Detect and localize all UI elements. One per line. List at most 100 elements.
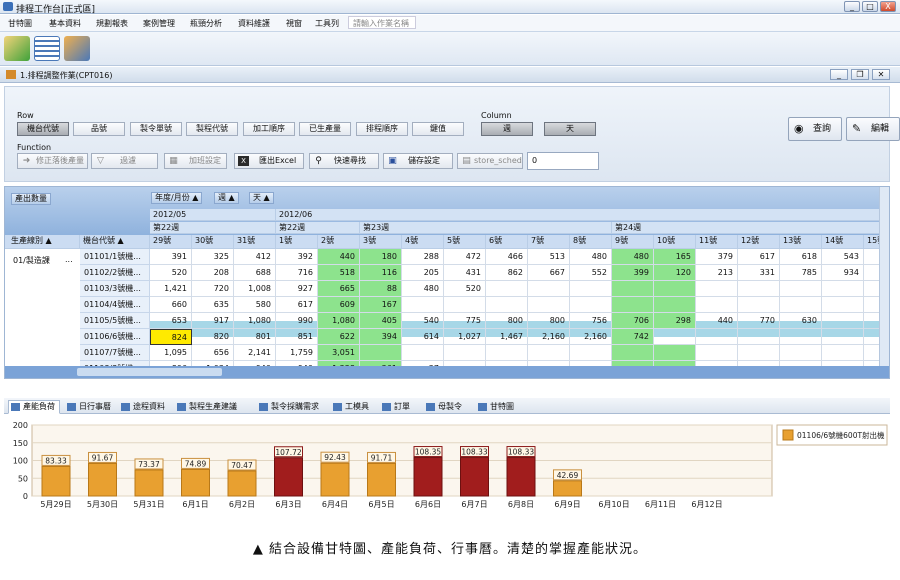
col-field-day[interactable]: 天 ▲	[249, 192, 274, 204]
grid-cell[interactable]	[654, 281, 696, 297]
grid-cell[interactable]: 2,160	[528, 329, 570, 345]
query-button[interactable]: ◉ 查詢	[788, 117, 842, 141]
grid-cell[interactable]: 520	[444, 281, 486, 297]
row-btn-machine[interactable]: 機台代號	[17, 122, 69, 136]
menu-data-maint[interactable]: 資料維護	[238, 18, 270, 29]
grid-cell[interactable]: 298	[654, 313, 696, 329]
sub-minimize-button[interactable]: _	[830, 69, 848, 80]
sub-close-button[interactable]: ✕	[872, 69, 890, 80]
tab-item[interactable]: 甘特圖	[475, 400, 519, 414]
grid-cell[interactable]	[780, 345, 822, 361]
grid-cell[interactable]: 617	[276, 297, 318, 313]
edit-button[interactable]: ✎ 編輯	[846, 117, 900, 141]
grid-cell[interactable]: 618	[780, 249, 822, 265]
grid-cell[interactable]: 480	[570, 249, 612, 265]
grid-cell[interactable]: 120	[654, 265, 696, 281]
fix-output-button[interactable]: ➜ 修正落後產量	[17, 153, 88, 169]
export-excel-button[interactable]: X 匯出Excel	[234, 153, 304, 169]
grid-cell[interactable]	[696, 345, 738, 361]
grid-cell[interactable]: 325	[192, 249, 234, 265]
grid-cell[interactable]	[612, 345, 654, 361]
sub-restore-button[interactable]: ❐	[851, 69, 869, 80]
grid-cell[interactable]: 706	[612, 313, 654, 329]
grid-cell[interactable]: 927	[276, 281, 318, 297]
grid-cell[interactable]: 609	[318, 297, 360, 313]
tab-item[interactable]: 製令採購需求	[256, 400, 326, 414]
grid-cell[interactable]: 742	[612, 329, 654, 345]
grid-cell[interactable]: 1,421	[150, 281, 192, 297]
grid-cell[interactable]: 688	[234, 265, 276, 281]
data-field-output[interactable]: 產出數量	[11, 193, 51, 205]
grid-cell[interactable]: 288	[402, 249, 444, 265]
col-field-week[interactable]: 週 ▲	[214, 192, 239, 204]
scroll-thumb[interactable]	[77, 368, 222, 376]
grid-cell[interactable]	[528, 345, 570, 361]
grid-cell[interactable]	[822, 345, 864, 361]
grid-cell[interactable]	[570, 297, 612, 313]
grid-cell[interactable]: 466	[486, 249, 528, 265]
menu-window[interactable]: 視窗	[286, 18, 302, 29]
menu-basic-data[interactable]: 基本資料	[49, 18, 81, 29]
row-btn-key[interactable]: 鍵值	[412, 122, 464, 136]
grid-cell[interactable]	[738, 345, 780, 361]
save-settings-button[interactable]: ▣ 儲存設定	[383, 153, 453, 169]
grid-cell[interactable]	[654, 345, 696, 361]
menu-toolbar[interactable]: 工具列	[315, 18, 339, 29]
grid-cell[interactable]	[612, 281, 654, 297]
col-field-yearmonth[interactable]: 年度/月份 ▲	[151, 192, 203, 204]
grid-cell[interactable]: 990	[276, 313, 318, 329]
grid-cell[interactable]: 820	[192, 329, 234, 345]
grid-cell[interactable]	[444, 297, 486, 313]
grid-cell[interactable]: 205	[402, 265, 444, 281]
grid-cell[interactable]: 399	[612, 265, 654, 281]
grid-cell[interactable]: 785	[780, 265, 822, 281]
grid-cell[interactable]: 630	[780, 313, 822, 329]
grid-cell[interactable]	[402, 297, 444, 313]
grid-cell[interactable]: 1,008	[234, 281, 276, 297]
row-machine-label[interactable]: 01106/6號機...	[80, 329, 150, 345]
row-btn-item[interactable]: 品號	[73, 122, 125, 136]
grid-cell[interactable]: 431	[444, 265, 486, 281]
grid-cell[interactable]: 412	[234, 249, 276, 265]
menu-cases[interactable]: 案例管理	[143, 18, 175, 29]
grid-cell[interactable]	[780, 297, 822, 313]
grid-cell[interactable]: 405	[360, 313, 402, 329]
grid-cell[interactable]: 775	[444, 313, 486, 329]
grid-cell[interactable]	[612, 297, 654, 313]
grid-cell[interactable]	[696, 297, 738, 313]
grid-cell[interactable]: 1,080	[234, 313, 276, 329]
grid-cell[interactable]: 653	[150, 313, 192, 329]
grid-cell[interactable]	[780, 281, 822, 297]
row-btn-produced[interactable]: 已生產量	[299, 122, 351, 136]
grid-cell[interactable]	[528, 281, 570, 297]
tab-item[interactable]: 日行事曆	[64, 400, 114, 414]
col-btn-week[interactable]: 週	[481, 122, 533, 136]
edit-pencil-icon[interactable]	[4, 36, 30, 61]
row-machine-label[interactable]: 01107/7號機...	[80, 345, 150, 361]
grid-cell[interactable]: 720	[192, 281, 234, 297]
grid-cell[interactable]: 540	[402, 313, 444, 329]
grid-cell[interactable]	[696, 329, 738, 345]
grid-cell[interactable]: 614	[402, 329, 444, 345]
grid-cell[interactable]: 800	[528, 313, 570, 329]
menu-gantt[interactable]: 甘特圖	[8, 18, 32, 29]
grid-cell[interactable]: 3,051	[318, 345, 360, 361]
grid-cell[interactable]: 208	[192, 265, 234, 281]
close-button[interactable]: X	[880, 1, 896, 12]
grid-cell[interactable]: 667	[528, 265, 570, 281]
grid-cell[interactable]: 801	[234, 329, 276, 345]
grid-cell[interactable]	[822, 281, 864, 297]
grid-cell[interactable]: 617	[738, 249, 780, 265]
grid-cell[interactable]	[822, 297, 864, 313]
tab-item[interactable]: 母製令	[423, 400, 471, 414]
vertical-scrollbar[interactable]	[879, 187, 889, 367]
grid-cell[interactable]: 331	[738, 265, 780, 281]
grid-cell[interactable]: 520	[150, 265, 192, 281]
store-schedule-button[interactable]: ▤ store_schedu	[457, 153, 523, 169]
grid-cell[interactable]: 518	[318, 265, 360, 281]
row-machine-label[interactable]: 01104/4號機...	[80, 297, 150, 313]
menu-bottleneck[interactable]: 瓶頸分析	[190, 18, 222, 29]
grid-cell[interactable]	[486, 345, 528, 361]
grid-cell[interactable]: 580	[234, 297, 276, 313]
grid-cell[interactable]: 116	[360, 265, 402, 281]
